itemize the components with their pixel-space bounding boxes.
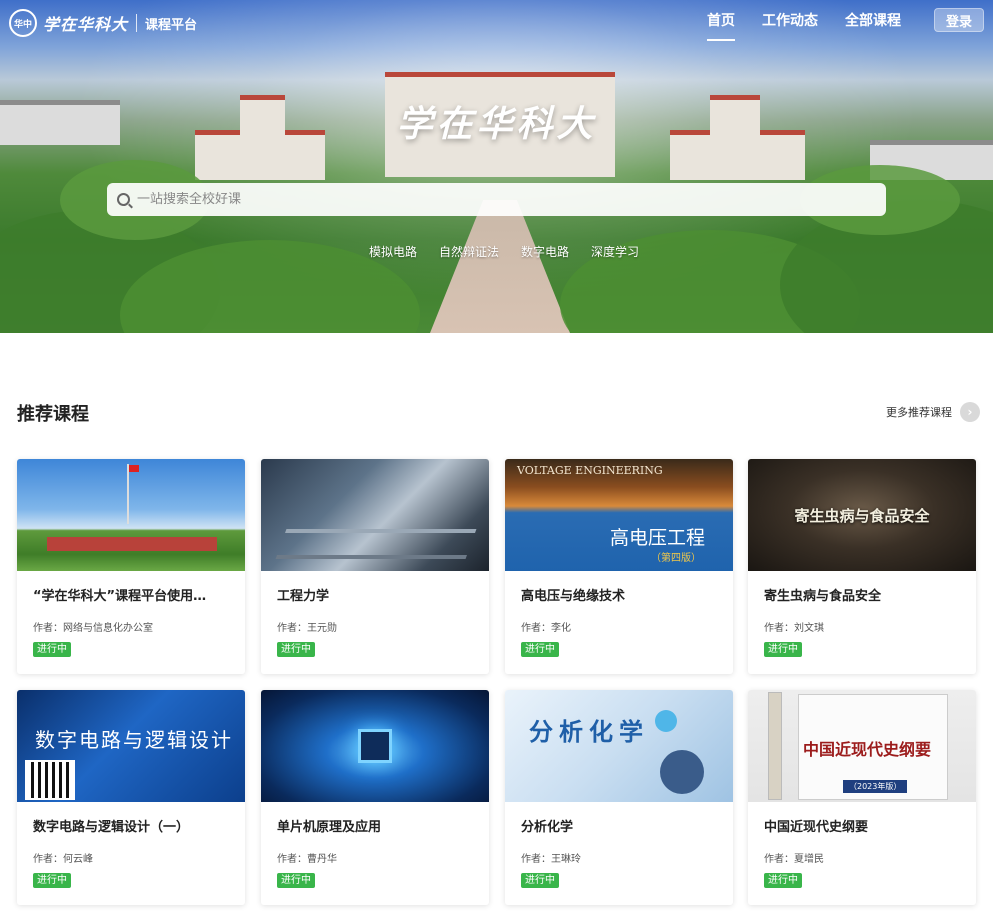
course-title[interactable]: “学在华科大”课程平台使用… <box>33 585 233 604</box>
course-card[interactable]: 寄生虫病与食品安全 寄生虫病与食品安全 作者：刘文琪 进行中 <box>748 459 976 674</box>
course-thumbnail: 中国近现代史纲要 （2023年版） <box>748 690 976 802</box>
more-recommended-link[interactable]: 更多推荐课程 › <box>886 402 980 422</box>
login-button[interactable]: 登录 <box>934 8 984 32</box>
hero-title: 学在华科大 <box>396 103 597 145</box>
more-label: 更多推荐课程 <box>886 406 952 419</box>
course-thumbnail: 分析化学 <box>505 690 733 802</box>
course-title[interactable]: 寄生虫病与食品安全 <box>764 585 964 604</box>
thumb-text: 中国近现代史纲要 <box>803 740 932 759</box>
university-seal-icon: 华中 <box>9 9 37 37</box>
section-title: 推荐课程 <box>17 404 89 425</box>
course-author: 作者：王元勋 <box>277 623 337 634</box>
course-card[interactable]: “学在华科大”课程平台使用… 作者：网络与信息化办公室 进行中 <box>17 459 245 674</box>
course-title[interactable]: 分析化学 <box>521 816 721 835</box>
chevron-right-icon: › <box>960 402 980 422</box>
nav-news[interactable]: 工作动态 <box>762 10 818 41</box>
main-nav: 首页 工作动态 全部课程 <box>707 10 928 41</box>
flag-graphic <box>129 465 139 472</box>
status-badge: 进行中 <box>277 873 315 888</box>
course-title[interactable]: 工程力学 <box>277 585 477 604</box>
site-logo[interactable]: 华中 学在华科大 课程平台 <box>9 9 197 37</box>
machinery-graphic <box>275 529 477 559</box>
flask-icon <box>655 710 677 732</box>
molecule-icon <box>660 750 704 794</box>
course-title[interactable]: 单片机原理及应用 <box>277 816 477 835</box>
status-badge: 进行中 <box>277 642 315 657</box>
logo-divider <box>136 14 138 32</box>
hot-tag[interactable]: 自然辩证法 <box>439 243 499 260</box>
course-card[interactable]: 单片机原理及应用 作者：曹丹华 进行中 <box>261 690 489 905</box>
search-input[interactable] <box>137 192 837 207</box>
course-thumbnail: VOLTAGE ENGINEERING 高电压工程 （第四版） <box>505 459 733 571</box>
hot-search-tags: 模拟电路 自然辩证法 数字电路 深度学习 <box>369 243 661 260</box>
thumb-text: 高电压工程 <box>609 527 705 549</box>
nav-all-courses[interactable]: 全部课程 <box>845 10 901 41</box>
search-bar[interactable] <box>107 183 886 216</box>
qr-code-icon <box>25 760 75 800</box>
course-thumbnail <box>17 459 245 571</box>
book-spine-graphic <box>768 692 782 800</box>
course-card[interactable]: 分析化学 分析化学 作者：王琳玲 进行中 <box>505 690 733 905</box>
status-badge: 进行中 <box>764 642 802 657</box>
course-author: 作者：曹丹华 <box>277 854 337 865</box>
search-icon[interactable] <box>117 193 130 206</box>
course-author: 作者：网络与信息化办公室 <box>33 623 153 634</box>
course-card[interactable]: 中国近现代史纲要 （2023年版） 中国近现代史纲要 作者：夏增民 进行中 <box>748 690 976 905</box>
course-author: 作者：李化 <box>521 623 571 634</box>
course-author: 作者：刘文琪 <box>764 623 824 634</box>
status-badge: 进行中 <box>521 873 559 888</box>
thumb-sub-text: （第四版） <box>651 553 701 564</box>
sign-graphic <box>47 537 217 551</box>
nav-home[interactable]: 首页 <box>707 10 735 41</box>
hot-tag[interactable]: 数字电路 <box>521 243 569 260</box>
status-badge: 进行中 <box>764 873 802 888</box>
course-card[interactable]: 数字电路与逻辑设计 数字电路与逻辑设计（一） 作者：何云峰 进行中 <box>17 690 245 905</box>
status-badge: 进行中 <box>521 642 559 657</box>
course-title[interactable]: 高电压与绝缘技术 <box>521 585 721 604</box>
course-title[interactable]: 数字电路与逻辑设计（一） <box>33 816 233 835</box>
thumb-text: 数字电路与逻辑设计 <box>35 728 233 752</box>
platform-name: 课程平台 <box>145 17 198 33</box>
course-author: 作者：何云峰 <box>33 854 93 865</box>
status-badge: 进行中 <box>33 873 71 888</box>
flagpole-graphic <box>127 464 129 524</box>
thumb-text: 分析化学 <box>529 718 649 746</box>
course-title[interactable]: 中国近现代史纲要 <box>764 816 964 835</box>
status-badge: 进行中 <box>33 642 71 657</box>
hero-banner: 华中 学在华科大 课程平台 首页 工作动态 全部课程 登录 学在华科大 模拟电路… <box>0 0 993 333</box>
course-author: 作者：王琳玲 <box>521 854 581 865</box>
hot-tag[interactable]: 深度学习 <box>591 243 639 260</box>
thumb-top-text: VOLTAGE ENGINEERING <box>517 464 663 477</box>
course-thumbnail: 数字电路与逻辑设计 <box>17 690 245 802</box>
course-thumbnail: 寄生虫病与食品安全 <box>748 459 976 571</box>
logo-text: 学在华科大 <box>43 15 129 34</box>
hot-tag[interactable]: 模拟电路 <box>369 243 417 260</box>
course-card[interactable]: VOLTAGE ENGINEERING 高电压工程 （第四版） 高电压与绝缘技术… <box>505 459 733 674</box>
thumb-text: 寄生虫病与食品安全 <box>794 506 930 525</box>
chip-icon <box>358 729 392 763</box>
course-card[interactable]: 工程力学 作者：王元勋 进行中 <box>261 459 489 674</box>
course-thumbnail <box>261 459 489 571</box>
thumb-sub-text: （2023年版） <box>843 780 908 793</box>
course-author: 作者：夏增民 <box>764 854 824 865</box>
course-thumbnail <box>261 690 489 802</box>
